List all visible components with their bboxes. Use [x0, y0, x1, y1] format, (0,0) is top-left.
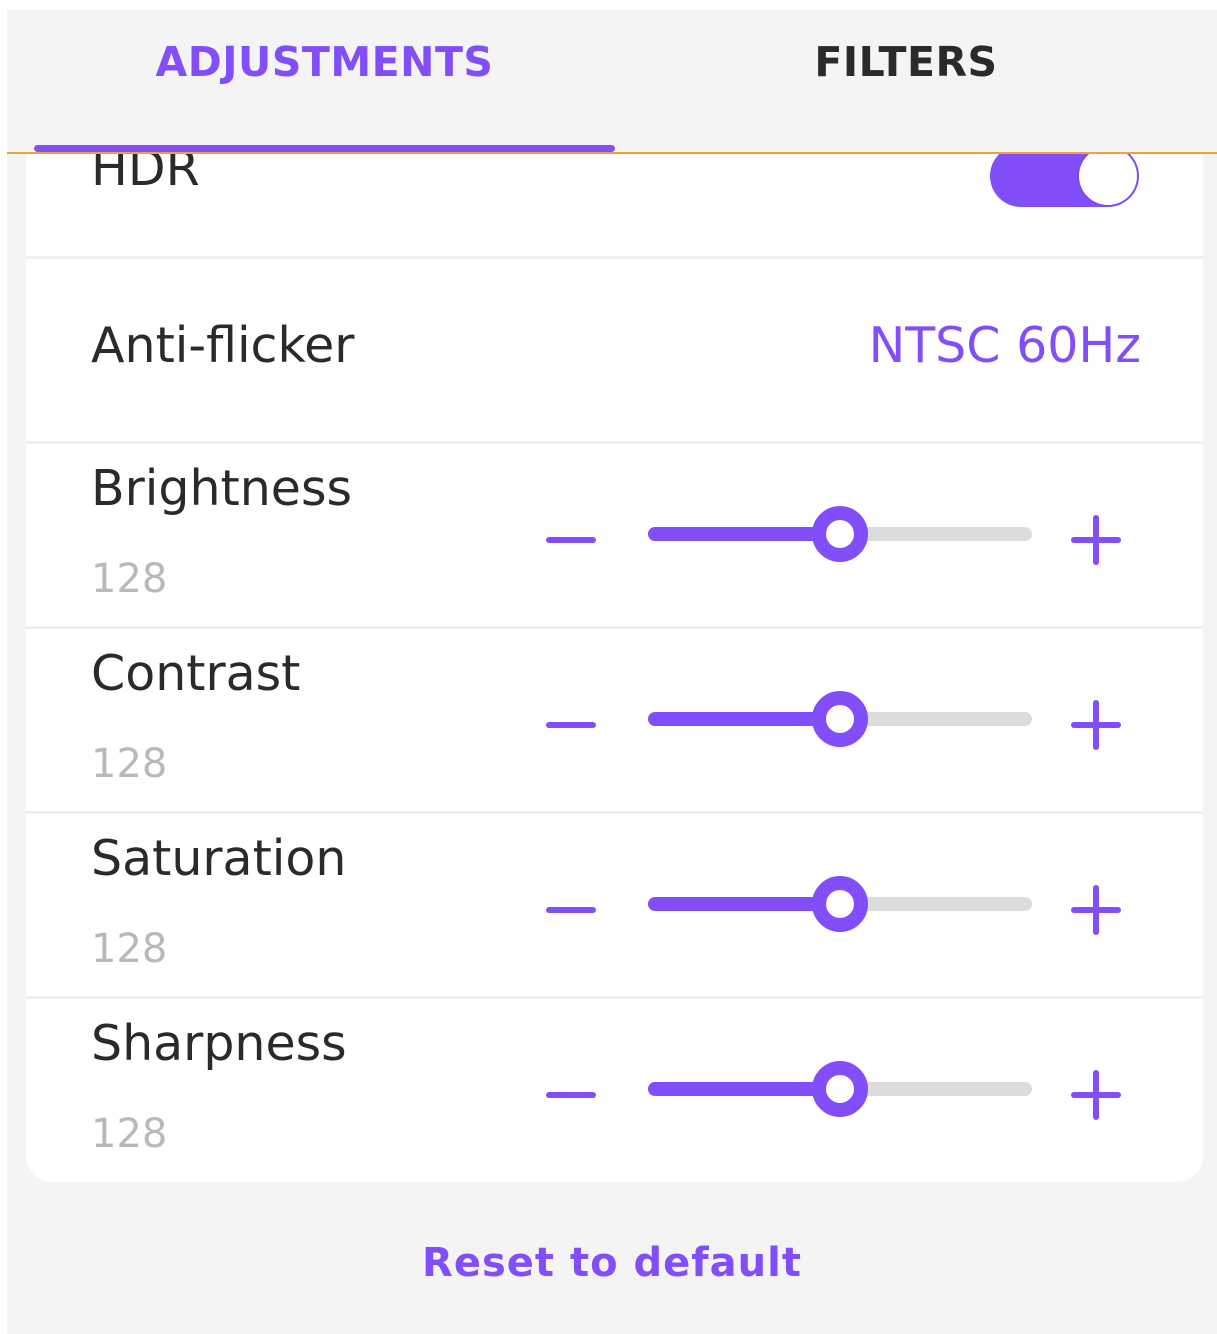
- sharpness-slider[interactable]: [648, 1059, 1032, 1119]
- slider-row-sharpness: Sharpness 128: [26, 999, 1203, 1182]
- slider-value: 128: [91, 741, 168, 787]
- slider-row-saturation: Saturation 128: [26, 814, 1203, 999]
- decrease-brightness-button[interactable]: [541, 510, 601, 570]
- reset-to-default-button[interactable]: Reset to default: [7, 1240, 1217, 1286]
- slider-label: Saturation: [91, 830, 347, 887]
- tab-bar: ADJUSTMENTS FILTERS: [7, 10, 1217, 153]
- slider-label: Brightness: [91, 460, 353, 517]
- slider-value: 128: [91, 1111, 168, 1157]
- hdr-toggle[interactable]: [990, 145, 1139, 207]
- tab-separator: [7, 152, 1217, 154]
- slider-thumb[interactable]: [812, 691, 868, 747]
- active-tab-indicator: [34, 145, 615, 152]
- anti-flicker-label: Anti-flicker: [91, 317, 355, 374]
- decrease-contrast-button[interactable]: [541, 695, 601, 755]
- slider-value: 128: [91, 926, 168, 972]
- increase-saturation-button[interactable]: [1066, 880, 1126, 940]
- hdr-toggle-knob: [1079, 147, 1137, 205]
- anti-flicker-value[interactable]: NTSC 60Hz: [869, 317, 1141, 374]
- increase-contrast-button[interactable]: [1066, 695, 1126, 755]
- decrease-sharpness-button[interactable]: [541, 1065, 601, 1125]
- contrast-slider[interactable]: [648, 689, 1032, 749]
- slider-thumb[interactable]: [812, 506, 868, 562]
- slider-label: Sharpness: [91, 1015, 347, 1072]
- adjustments-card: HDR Anti-flicker NTSC 60Hz Brightness 12…: [26, 106, 1203, 1182]
- tab-filters[interactable]: FILTERS: [615, 38, 1197, 86]
- saturation-slider[interactable]: [648, 874, 1032, 934]
- slider-label: Contrast: [91, 645, 301, 702]
- decrease-saturation-button[interactable]: [541, 880, 601, 940]
- brightness-slider[interactable]: [648, 504, 1032, 564]
- tab-adjustments[interactable]: ADJUSTMENTS: [34, 38, 615, 86]
- camera-settings-panel: ADJUSTMENTS FILTERS HDR Anti-flicker NTS…: [7, 10, 1217, 1334]
- increase-sharpness-button[interactable]: [1066, 1065, 1126, 1125]
- slider-value: 128: [91, 556, 168, 602]
- slider-row-contrast: Contrast 128: [26, 629, 1203, 814]
- anti-flicker-row: Anti-flicker NTSC 60Hz: [26, 259, 1203, 444]
- slider-row-brightness: Brightness 128: [26, 444, 1203, 629]
- increase-brightness-button[interactable]: [1066, 510, 1126, 570]
- slider-thumb[interactable]: [812, 1061, 868, 1117]
- slider-thumb[interactable]: [812, 876, 868, 932]
